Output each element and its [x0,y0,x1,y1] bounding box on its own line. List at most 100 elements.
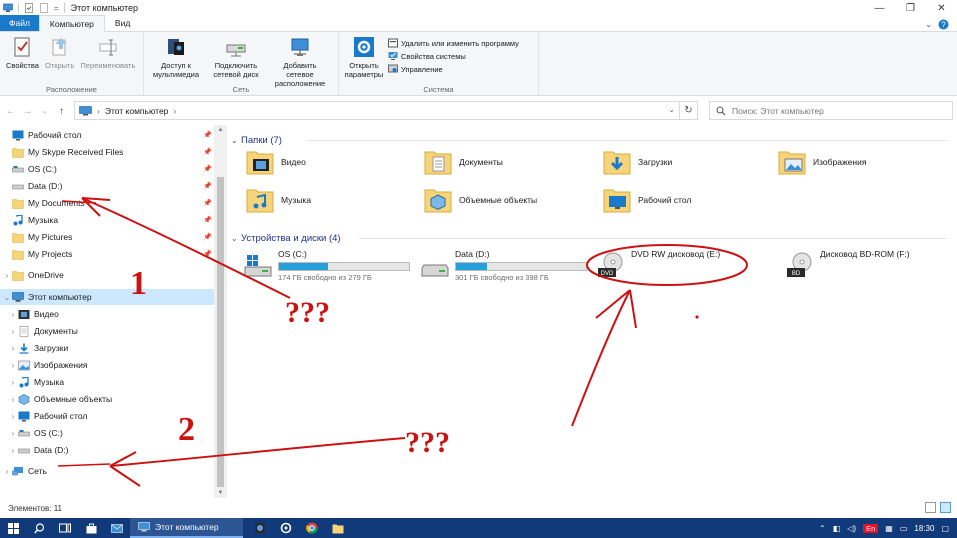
minimize-button[interactable]: — [864,0,895,16]
nav-item-desktop-pc[interactable]: › Рабочий стол [8,408,87,424]
folders-section-header[interactable]: ⌄ Папки (7) [231,133,282,147]
start-button[interactable] [0,518,26,538]
nav-item-downloads[interactable]: › Загрузки [8,340,68,356]
nav-item-documents[interactable]: › Документы [8,323,78,339]
pin-icon[interactable]: 📌 [203,199,212,207]
tab-view[interactable]: Вид [105,15,140,31]
collapse-ribbon-icon[interactable]: ⌄ [925,20,932,29]
close-button[interactable]: ✕ [926,0,957,16]
expand-icon[interactable]: › [8,446,18,455]
recent-locations-icon[interactable]: ⌄ [38,107,51,115]
collapse-section-icon[interactable]: ⌄ [231,136,241,145]
taskbar-explorer-button[interactable]: Этот компьютер [130,518,243,538]
pin-icon[interactable]: 📌 [203,182,212,190]
manage-button[interactable]: Управление [388,64,519,74]
power-icon[interactable]: ▭ [900,524,908,533]
drive-bdrom-f[interactable]: BD Дисковод BD-ROM (F:) [785,249,910,281]
expand-icon[interactable]: › [8,361,18,370]
language-indicator[interactable]: En [863,523,879,533]
expand-icon[interactable]: › [8,344,18,353]
mail-icon[interactable] [104,518,130,538]
drive-data-d[interactable]: Data (D:) 301 ГБ свободно из 398 ГБ [420,249,587,282]
customize-qa-icon[interactable]: = [54,4,59,13]
help-icon[interactable]: ? [938,19,949,30]
scroll-down-icon[interactable]: ▼ [214,490,227,496]
folder-pictures[interactable]: Изображения [777,147,866,177]
task-view-icon[interactable] [52,518,78,538]
file-manager-icon[interactable] [325,518,351,538]
search-box[interactable]: Поиск: Этот компьютер [709,101,953,120]
up-icon[interactable]: ↑ [55,106,68,117]
devices-section-header[interactable]: ⌄ Устройства и диски (4) [231,231,341,245]
chrome-icon[interactable] [299,518,325,538]
nav-item-music[interactable]: › Музыка [8,374,64,390]
refresh-icon[interactable]: ↻ [679,102,697,119]
pin-icon[interactable]: 📌 [203,131,212,139]
expand-icon[interactable]: › [8,429,18,438]
folder-music[interactable]: Музыка [245,185,311,215]
expand-icon[interactable]: › [2,271,12,280]
folder-videos[interactable]: Видео [245,147,306,177]
maximize-button[interactable]: ❐ [895,0,926,16]
folder-documents[interactable]: Документы [423,147,503,177]
nav-item-3d-objects[interactable]: › Объемные объекты [8,391,112,407]
scrollbar-thumb[interactable] [217,177,224,487]
pin-icon[interactable]: 📌 [203,148,212,156]
nav-item-pictures[interactable]: › Изображения [8,357,88,373]
pin-icon[interactable]: 📌 [203,216,212,224]
nav-item-my-pictures[interactable]: My Pictures [12,229,72,245]
pin-icon[interactable]: 📌 [203,250,212,258]
pin-icon[interactable]: 📌 [203,233,212,241]
folder-desktop[interactable]: Рабочий стол [602,185,691,215]
nav-item-network[interactable]: › Сеть [2,463,47,479]
nav-item-onedrive[interactable]: › OneDrive [2,267,64,283]
media-app-icon[interactable] [247,518,273,538]
nav-item-videos[interactable]: › Видео [8,306,59,322]
expand-icon[interactable]: › [8,310,18,319]
expand-icon[interactable]: › [2,467,12,476]
nav-item-data-d-pc[interactable]: › Data (D:) [8,442,69,458]
nav-item-this-pc[interactable]: ⌄ Этот компьютер [0,289,214,305]
expand-icon[interactable]: › [8,378,18,387]
expand-icon[interactable]: › [8,327,18,336]
nav-item-music[interactable]: Музыка [12,212,58,228]
network-tray-icon[interactable]: ▦ [885,524,893,533]
tray-app-icon[interactable]: ◧ [833,524,841,533]
nav-item-os-c[interactable]: OS (C:) [12,161,57,177]
nav-item-data-d[interactable]: Data (D:) [12,178,62,194]
address-bar[interactable]: › Этот компьютер › ⌄ ↻ [74,101,698,120]
notifications-icon[interactable]: ▢ [941,524,949,533]
drive-os-c[interactable]: OS (C:) 174 ГБ свободно из 279 ГБ [243,249,410,282]
settings-app-icon[interactable] [273,518,299,538]
properties-icon[interactable] [24,3,34,13]
nav-item-desktop[interactable]: Рабочий стол [12,127,81,143]
nav-item-os-c-pc[interactable]: › OS (C:) [8,425,63,441]
collapse-section-icon[interactable]: ⌄ [231,234,241,243]
pin-icon[interactable]: 📌 [203,165,212,173]
back-icon[interactable]: ← [4,106,17,117]
nav-scrollbar[interactable]: ▲ ▼ [214,125,227,498]
folder-downloads[interactable]: Загрузки [602,147,672,177]
address-dropdown-icon[interactable]: ⌄ [668,105,675,114]
forward-icon[interactable]: → [21,106,34,117]
tray-chevron-icon[interactable]: ⌃ [819,524,826,533]
drive-dvd-e[interactable]: DVD DVD RW дисковод (E:) [596,249,720,281]
details-view-icon[interactable] [925,502,936,513]
expand-icon[interactable]: › [8,412,18,421]
volume-icon[interactable]: ◁) [847,524,856,533]
store-icon[interactable] [78,518,104,538]
computer-icon[interactable] [3,3,13,13]
system-properties-button[interactable]: Свойства системы [388,51,519,61]
nav-item-my-projects[interactable]: My Projects [12,246,72,262]
collapse-icon[interactable]: ⌄ [2,293,12,302]
breadcrumb-this-pc[interactable]: Этот компьютер [105,106,169,116]
clock[interactable]: 18:30 [914,524,934,533]
tab-computer[interactable]: Компьютер [38,15,105,32]
folder-3d-objects[interactable]: Объемные объекты [423,185,537,215]
nav-item-my-documents[interactable]: My Documents [12,195,85,211]
uninstall-program-button[interactable]: Удалить или изменить программу [388,38,519,48]
new-folder-icon[interactable] [39,3,49,13]
search-taskbar-icon[interactable] [26,518,52,538]
nav-item-skype-files[interactable]: My Skype Received Files [12,144,123,160]
expand-icon[interactable]: › [8,395,18,404]
